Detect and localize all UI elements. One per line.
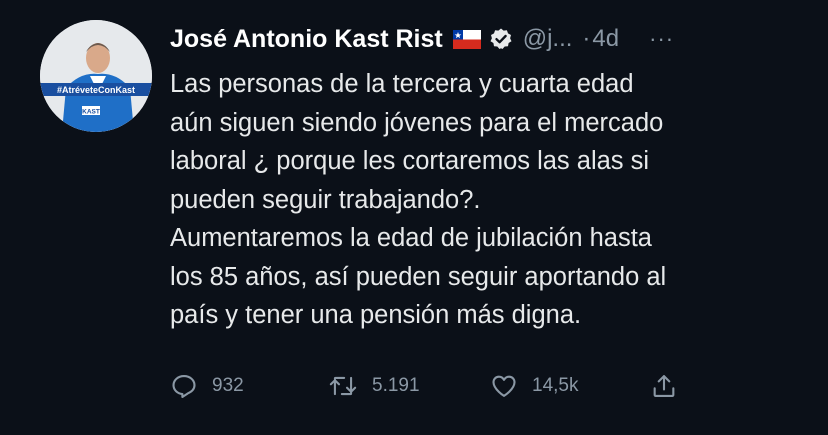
- separator-dot: ·: [582, 25, 591, 52]
- tweet: #AtréveteConKast KAST José Antonio Kast …: [0, 0, 828, 435]
- avatar[interactable]: #AtréveteConKast KAST: [40, 20, 152, 132]
- like-count: 14,5k: [532, 375, 579, 396]
- like-icon: [490, 372, 518, 400]
- more-icon[interactable]: ···: [649, 26, 674, 52]
- tweet-text-line: Aumentaremos la edad de jubilación hasta: [170, 224, 652, 252]
- tweet-timestamp[interactable]: 4d: [592, 25, 619, 53]
- tweet-header: José Antonio Kast Rist @j... · 4d ···: [170, 20, 810, 58]
- tweet-text-line: país y tener una pensión más digna.: [170, 301, 582, 329]
- chile-flag-icon: [452, 29, 481, 49]
- like-button[interactable]: 14,5k: [490, 368, 578, 404]
- tweet-text-line: Las personas de la tercera y cuarta edad: [170, 70, 634, 98]
- tweet-text-line: los 85 años, así pueden seguir aportando…: [170, 262, 667, 291]
- author-name[interactable]: José Antonio Kast Rist: [170, 25, 443, 54]
- avatar-logo-text: KAST: [82, 109, 100, 116]
- share-icon: [650, 372, 678, 400]
- author-handle[interactable]: @j...: [523, 25, 573, 53]
- reply-icon: [170, 372, 198, 400]
- avatar-image: #AtréveteConKast KAST: [40, 20, 152, 132]
- reply-button[interactable]: 932: [170, 368, 244, 404]
- tweet-text: Las personas de la tercera y cuarta edad…: [170, 65, 810, 335]
- retweet-icon: [328, 372, 358, 400]
- verified-badge-icon: [489, 27, 513, 51]
- tweet-text-line: pueden seguir trabajando?.: [170, 185, 481, 214]
- avatar-banner-text: #AtréveteConKast: [57, 85, 135, 95]
- retweet-button[interactable]: 5.191: [328, 368, 420, 404]
- reply-count: 932: [212, 375, 244, 396]
- tweet-text-line: aún siguen siendo jóvenes para el mercad…: [170, 108, 664, 137]
- share-button[interactable]: [650, 368, 678, 404]
- tweet-text-line: laboral ¿ porque les cortaremos las alas…: [170, 147, 650, 175]
- retweet-count: 5.191: [372, 375, 420, 396]
- action-bar: 932 5.191 14,5k: [170, 368, 810, 404]
